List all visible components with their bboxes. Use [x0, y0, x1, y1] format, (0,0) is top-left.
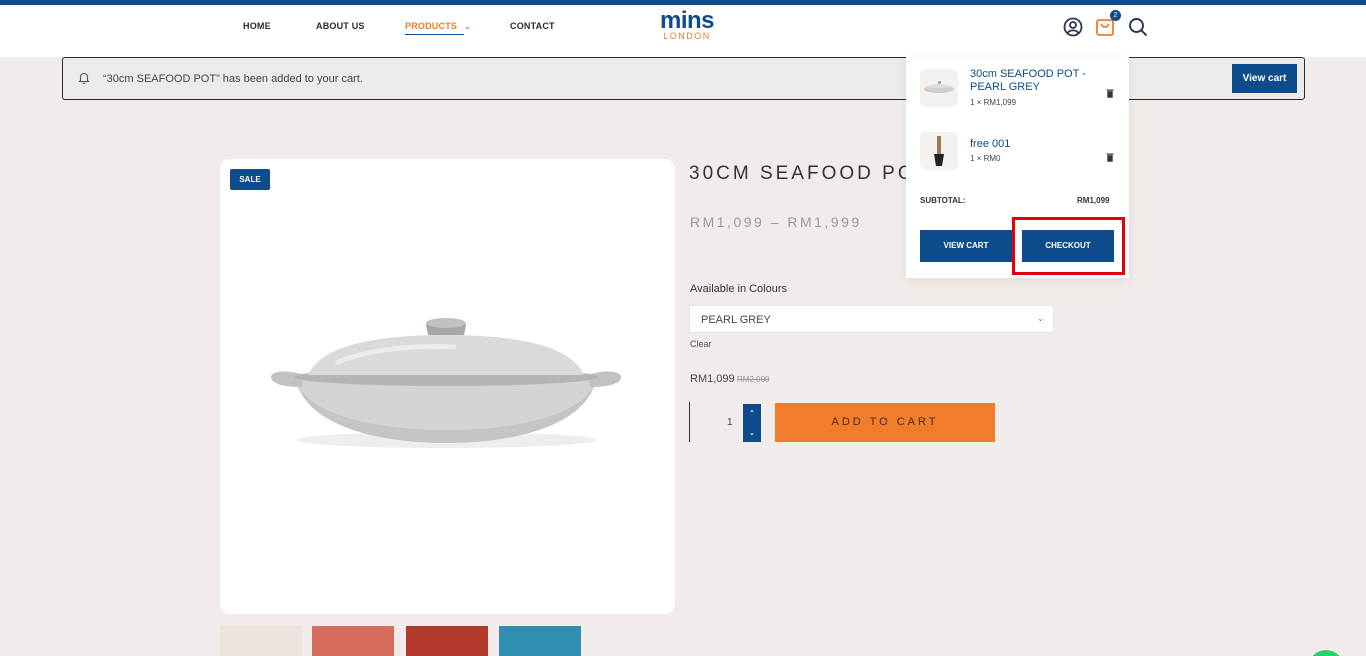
mini-cart-item-name[interactable]: free 001: [970, 138, 1090, 151]
colour-label: Available in Colours: [690, 283, 788, 295]
cart-count-badge: 2: [1110, 10, 1121, 21]
mini-cart-item-qty: 1 × RM0: [970, 154, 1001, 163]
trash-icon[interactable]: [1106, 89, 1114, 98]
quantity-input[interactable]: 1: [727, 417, 733, 428]
mini-cart-item-qty: 1 × RM1,099: [970, 98, 1017, 107]
variant-price: RM1,099: [690, 373, 735, 385]
checkout-highlight-box: [1012, 217, 1125, 275]
mini-cart-item-name[interactable]: 30cm SEAFOOD POT - PEARL GREY: [970, 68, 1090, 94]
nav-products[interactable]: PRODUCTS ⌄: [405, 21, 471, 31]
spatula-thumbnail-image: [934, 136, 944, 166]
colour-select[interactable]: PEARL GREY ⌄: [689, 305, 1054, 333]
quantity-increase-button[interactable]: ⌃: [743, 404, 761, 423]
add-to-cart-button[interactable]: ADD TO CART: [775, 403, 995, 442]
trash-icon[interactable]: [1106, 153, 1114, 162]
chevron-down-icon: ⌄: [464, 22, 472, 31]
subtotal-label: SUBTOTAL:: [920, 196, 966, 205]
product-thumbnail[interactable]: [312, 626, 394, 656]
nav-home[interactable]: HOME: [243, 21, 271, 31]
chevron-down-icon: ⌄: [1037, 314, 1044, 323]
product-thumbnail[interactable]: [406, 626, 488, 656]
whatsapp-chat-icon[interactable]: [1308, 650, 1344, 656]
sale-badge: SALE: [230, 169, 270, 190]
mini-cart-item-thumbnail[interactable]: [920, 132, 958, 170]
variant-original-price: RM2,000: [737, 375, 770, 384]
subtotal-value: RM1,099: [1077, 196, 1110, 205]
colour-select-value: PEARL GREY: [701, 314, 771, 326]
quantity-stepper: [689, 402, 743, 442]
search-icon[interactable]: [1127, 16, 1149, 38]
product-title: 30CM SEAFOOD PO: [689, 163, 916, 184]
nav-active-underline: [405, 34, 464, 35]
nav-contact[interactable]: CONTACT: [510, 21, 555, 31]
nav-products-label: PRODUCTS: [405, 21, 458, 31]
site-logo[interactable]: mins LONDON: [652, 7, 722, 42]
bell-icon: [78, 72, 90, 84]
logo-wordmark: mins: [659, 7, 715, 34]
pot-thumbnail-image: [924, 81, 954, 93]
notice-view-cart-button[interactable]: View cart: [1232, 64, 1297, 93]
product-thumbnail[interactable]: [220, 626, 302, 656]
product-image-pot: [271, 318, 621, 448]
clear-selection-link[interactable]: Clear: [690, 339, 712, 349]
product-price-range: RM1,099 – RM1,999: [690, 214, 862, 230]
product-thumbnail[interactable]: [499, 626, 581, 656]
account-icon[interactable]: [1062, 16, 1084, 38]
cart-notice-text: “30cm SEAFOOD POT” has been added to you…: [103, 73, 363, 85]
mini-cart-view-cart-button[interactable]: VIEW CART: [920, 230, 1012, 262]
mini-cart-item-thumbnail[interactable]: [920, 69, 958, 107]
nav-about[interactable]: ABOUT US: [316, 21, 365, 31]
quantity-decrease-button[interactable]: ⌄: [743, 423, 761, 442]
